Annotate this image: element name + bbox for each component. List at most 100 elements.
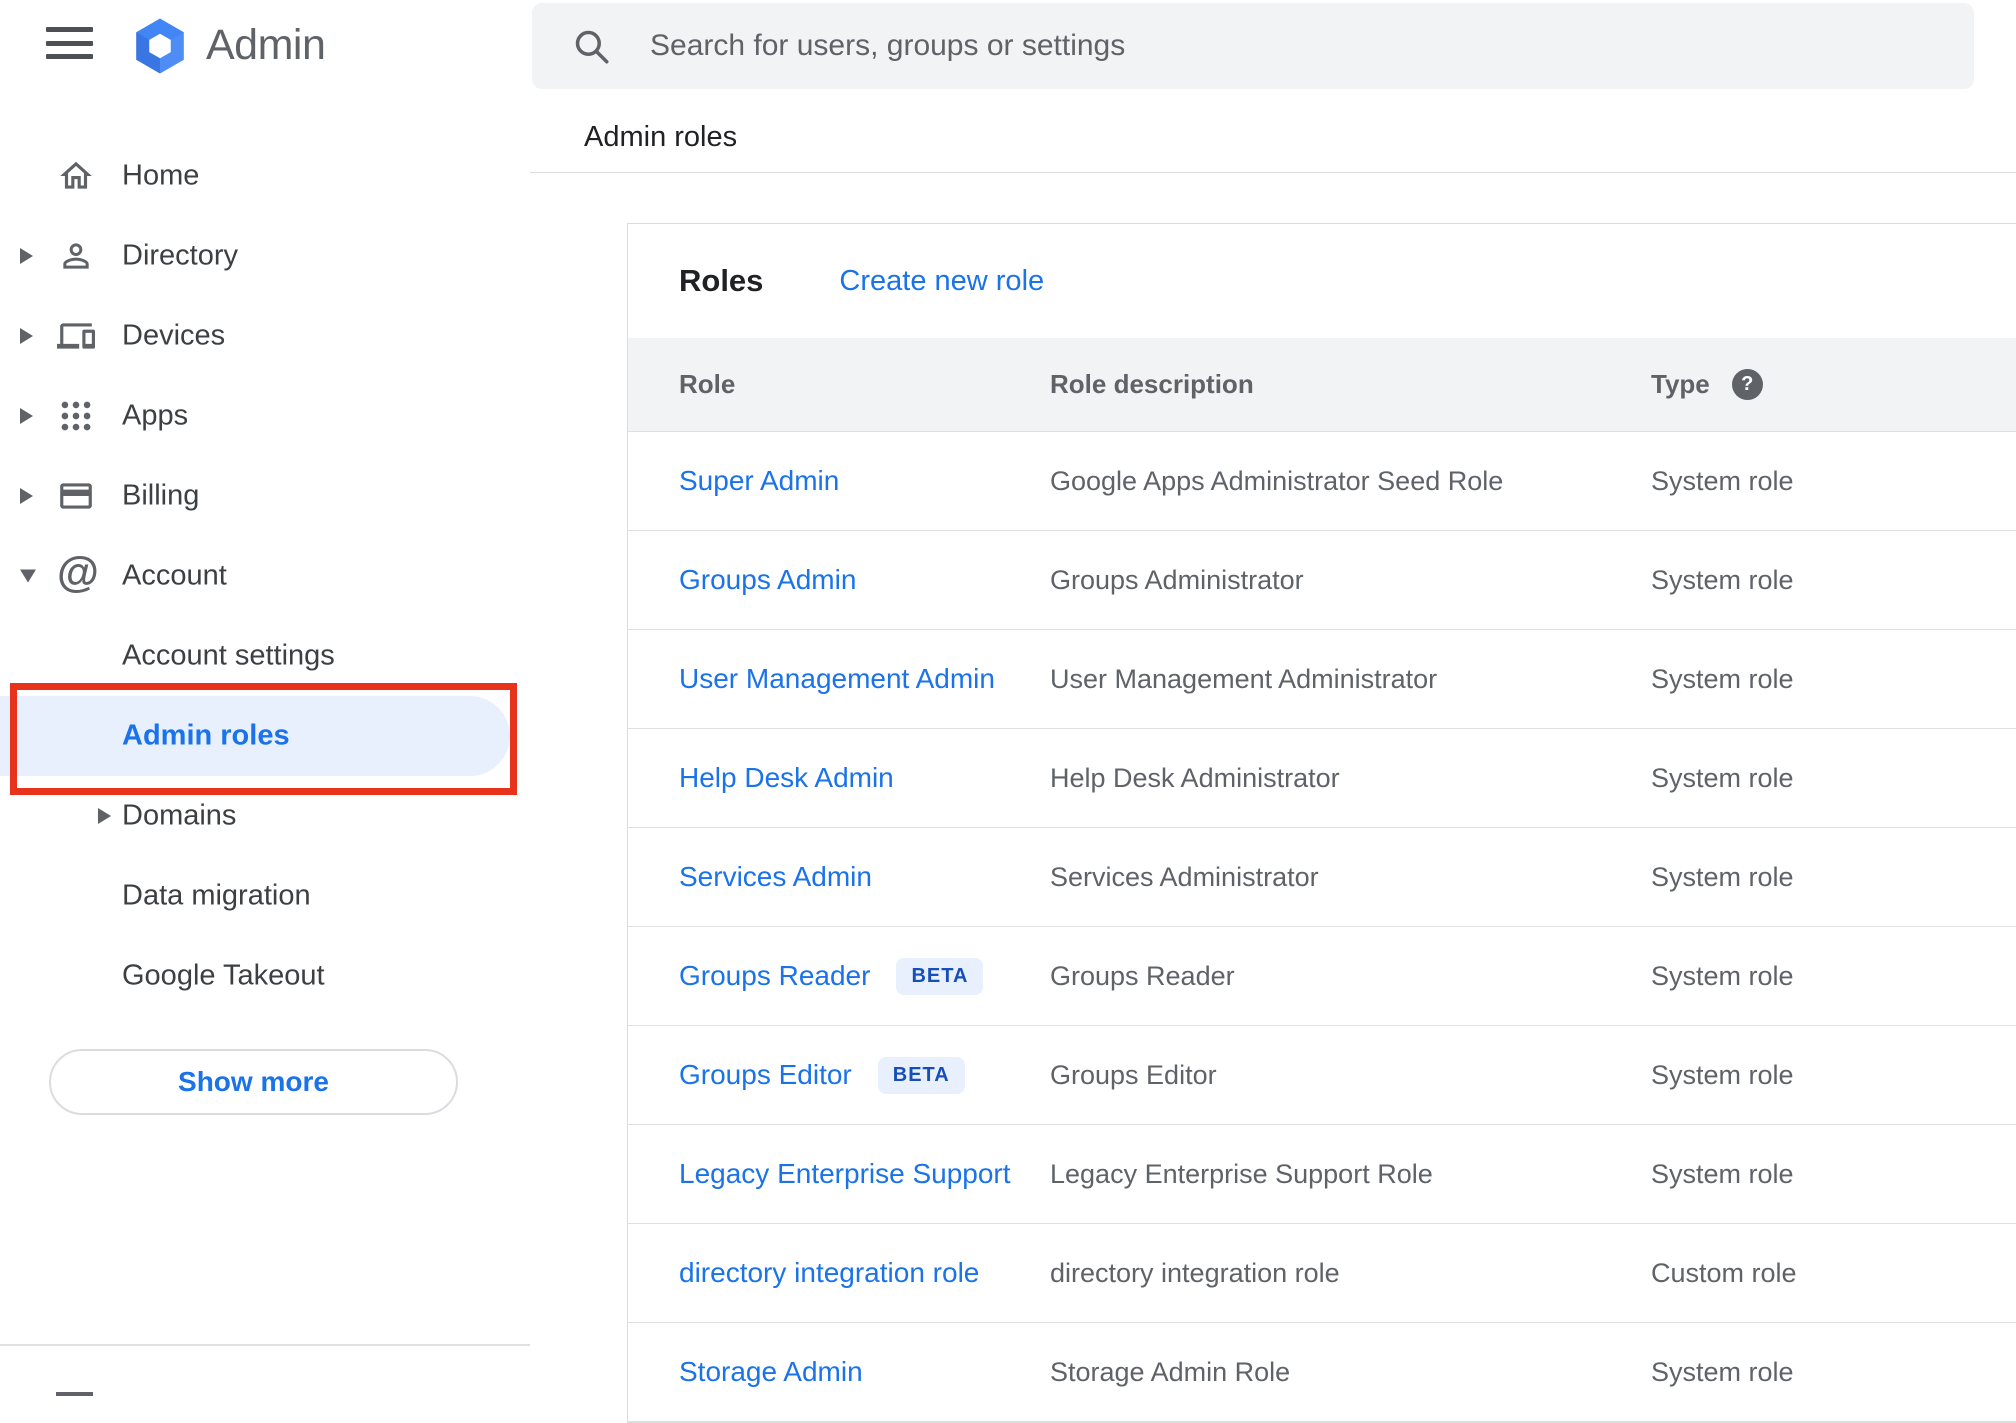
role-type: System role <box>1651 1059 1794 1090</box>
role-cell: directory integration role <box>679 1257 1050 1289</box>
table-row: Legacy Enterprise Support Legacy Enterpr… <box>628 1125 2016 1224</box>
table-row: Groups Editor BETA Groups Editor System … <box>628 1026 2016 1125</box>
expand-arrow-icon[interactable] <box>20 408 33 424</box>
menu-button[interactable] <box>46 27 93 59</box>
sidebar-item-data-migration[interactable]: Data migration <box>0 856 530 936</box>
table-row: Super Admin Google Apps Administrator Se… <box>628 432 2016 531</box>
role-type: System role <box>1651 762 1794 793</box>
role-link[interactable]: Storage Admin <box>679 1356 863 1388</box>
card-header: Roles Create new role <box>628 224 2016 338</box>
role-type: Custom role <box>1651 1257 1797 1288</box>
role-cell: Groups Admin <box>679 564 1050 596</box>
role-cell: User Management Admin <box>679 663 1050 695</box>
expand-arrow-icon[interactable] <box>20 328 33 344</box>
sidebar-item-home[interactable]: Home <box>0 136 530 216</box>
role-link[interactable]: Services Admin <box>679 861 872 893</box>
column-header-type-label: Type <box>1651 369 1710 399</box>
role-cell: Groups Editor BETA <box>679 1056 1050 1094</box>
role-type: System role <box>1651 564 1794 595</box>
menu-bar <box>46 54 93 59</box>
sidebar-divider <box>0 1344 530 1346</box>
role-description: Storage Admin Role <box>1050 1356 1291 1387</box>
role-link[interactable]: directory integration role <box>679 1257 979 1289</box>
role-link[interactable]: Groups Admin <box>679 564 856 596</box>
role-link[interactable]: Groups Editor <box>679 1059 852 1091</box>
sidebar-item-label: Account <box>122 559 227 592</box>
role-type: System role <box>1651 1356 1794 1387</box>
role-cell: Help Desk Admin <box>679 762 1050 794</box>
sidebar-nav: Home Directory Devices Apps Billing @ Ac… <box>0 136 530 1016</box>
role-description: Legacy Enterprise Support Role <box>1050 1158 1433 1189</box>
sidebar-item-label: Home <box>122 159 200 192</box>
sidebar-item-directory[interactable]: Directory <box>0 216 530 296</box>
table-row: Groups Admin Groups Administrator System… <box>628 531 2016 630</box>
collapse-arrow-icon[interactable] <box>20 569 36 583</box>
apps-icon <box>57 397 95 435</box>
expand-arrow-icon[interactable] <box>20 248 33 264</box>
create-new-role-link[interactable]: Create new role <box>839 265 1044 298</box>
sidebar-item-label: Apps <box>122 399 189 432</box>
column-header-role: Role <box>679 369 736 399</box>
sidebar-item-label: Directory <box>122 239 239 272</box>
role-cell: Groups Reader BETA <box>679 957 1050 995</box>
role-cell: Legacy Enterprise Support <box>679 1158 1050 1190</box>
menu-bar <box>46 40 93 46</box>
sidebar-item-label: Admin roles <box>122 719 290 752</box>
expand-arrow-icon[interactable] <box>98 808 111 824</box>
home-icon <box>57 157 95 195</box>
app-title: Admin <box>206 20 326 69</box>
table-row: Help Desk Admin Help Desk Administrator … <box>628 729 2016 828</box>
sidebar-item-google-takeout[interactable]: Google Takeout <box>0 936 530 1016</box>
search-input[interactable] <box>650 29 1930 63</box>
table-body: Super Admin Google Apps Administrator Se… <box>628 432 2016 1422</box>
role-type: System role <box>1651 465 1794 496</box>
table-row: User Management Admin User Management Ad… <box>628 630 2016 729</box>
account-icon: @ <box>57 548 99 596</box>
card-title: Roles <box>679 263 764 298</box>
show-more-button[interactable]: Show more <box>49 1049 458 1115</box>
role-description: Google Apps Administrator Seed Role <box>1050 465 1504 496</box>
sidebar-item-devices[interactable]: Devices <box>0 296 530 376</box>
table-row: Services Admin Services Administrator Sy… <box>628 828 2016 927</box>
content-divider <box>530 172 2016 173</box>
sidebar-item-label: Google Takeout <box>122 959 325 992</box>
sidebar-item-account[interactable]: @ Account <box>0 536 530 616</box>
role-link[interactable]: Groups Reader <box>679 960 870 992</box>
role-link[interactable]: Help Desk Admin <box>679 762 894 794</box>
role-type: System role <box>1651 861 1794 892</box>
role-link[interactable]: Legacy Enterprise Support <box>679 1158 1011 1190</box>
roles-card: Roles Create new role Role Role descript… <box>627 223 2016 1423</box>
role-description: Services Administrator <box>1050 861 1319 892</box>
column-header-type: Type ? <box>1651 369 2016 400</box>
table-header-row: Role Role description Type ? <box>628 338 2016 432</box>
devices-icon <box>57 317 95 355</box>
role-description: Help Desk Administrator <box>1050 762 1340 793</box>
sidebar-item-label: Data migration <box>122 879 311 912</box>
search-icon <box>570 25 612 67</box>
sidebar-item-account-settings[interactable]: Account settings <box>0 616 530 696</box>
sidebar-item-billing[interactable]: Billing <box>0 456 530 536</box>
sidebar-item-label: Domains <box>122 799 237 832</box>
expand-arrow-icon[interactable] <box>20 488 33 504</box>
role-description: Groups Editor <box>1050 1059 1217 1090</box>
sidebar-item-label: Billing <box>122 479 200 512</box>
role-link[interactable]: User Management Admin <box>679 663 995 695</box>
beta-badge: BETA <box>896 957 984 995</box>
role-type: System role <box>1651 663 1794 694</box>
role-description: Groups Reader <box>1050 960 1235 991</box>
role-link[interactable]: Super Admin <box>679 465 839 497</box>
beta-badge: BETA <box>877 1056 965 1094</box>
directory-icon <box>57 237 95 275</box>
sidebar-item-domains[interactable]: Domains <box>0 776 530 856</box>
column-header-role-description: Role description <box>1050 369 1254 399</box>
role-description: Groups Administrator <box>1050 564 1304 595</box>
help-icon[interactable]: ? <box>1731 369 1763 400</box>
role-description: User Management Administrator <box>1050 663 1438 694</box>
admin-logo-icon <box>129 16 191 76</box>
sidebar-item-admin-roles[interactable]: Admin roles <box>0 696 530 776</box>
clipped-bottom-icon <box>56 1392 93 1396</box>
table-row: Storage Admin Storage Admin Role System … <box>628 1323 2016 1422</box>
role-cell: Storage Admin <box>679 1356 1050 1388</box>
role-cell: Services Admin <box>679 861 1050 893</box>
sidebar-item-apps[interactable]: Apps <box>0 376 530 456</box>
